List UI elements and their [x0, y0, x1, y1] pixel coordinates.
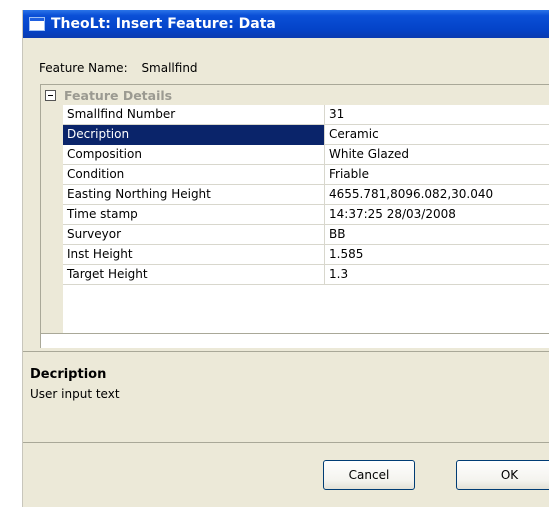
property-label: Inst Height: [63, 245, 325, 265]
ok-button[interactable]: OK: [456, 460, 549, 490]
property-label: Easting Northing Height: [63, 185, 325, 205]
property-value[interactable]: White Glazed: [325, 145, 549, 165]
collapse-icon[interactable]: [45, 89, 56, 101]
property-value[interactable]: 4655.781,8096.082,30.040: [325, 185, 549, 205]
grid-margin: [41, 105, 63, 333]
group-title: Feature Details: [64, 87, 173, 103]
property-value[interactable]: 14:37:25 28/03/2008: [325, 205, 549, 225]
property-value[interactable]: 1.3: [325, 265, 549, 285]
grid-row-target-height[interactable]: Target Height 1.3: [63, 265, 549, 285]
grid-row-decription[interactable]: Decription Ceramic: [63, 125, 549, 145]
property-label: Surveyor: [63, 225, 325, 245]
property-label: Time stamp: [63, 205, 325, 225]
property-value: Ceramic: [329, 127, 379, 141]
property-value[interactable]: BB: [325, 225, 549, 245]
grid-row-time-stamp[interactable]: Time stamp 14:37:25 28/03/2008: [63, 205, 549, 225]
help-title: Decription: [30, 367, 107, 382]
grid-row-easting-northing-height[interactable]: Easting Northing Height 4655.781,8096.08…: [63, 185, 549, 205]
grid-divider: [41, 333, 549, 334]
property-label: Condition: [63, 165, 325, 185]
property-grid: Feature Details Smallfind Number 31 Decr…: [40, 84, 549, 348]
property-label: Decription: [63, 125, 325, 145]
title-bar[interactable]: TheoLt: Insert Feature: Data: [23, 10, 549, 38]
feature-name-value: Smallfind: [141, 61, 198, 75]
property-value[interactable]: Friable: [325, 165, 549, 185]
property-value[interactable]: 31: [325, 105, 549, 125]
property-label: Composition: [63, 145, 325, 165]
window-app-icon: [29, 17, 45, 31]
help-text: User input text: [30, 387, 120, 401]
description-help-panel: Decription User input text: [23, 351, 549, 443]
cancel-button[interactable]: Cancel: [323, 460, 415, 490]
grid-row-composition[interactable]: Composition White Glazed: [63, 145, 549, 165]
dialog-window: TheoLt: Insert Feature: Data Feature Nam…: [22, 10, 549, 507]
property-value-cell[interactable]: Ceramic: [325, 125, 549, 145]
property-value[interactable]: 1.585: [325, 245, 549, 265]
property-label: Smallfind Number: [63, 105, 325, 125]
grid-row-inst-height[interactable]: Inst Height 1.585: [63, 245, 549, 265]
grid-row-condition[interactable]: Condition Friable: [63, 165, 549, 185]
feature-name-label: Feature Name:: [39, 61, 128, 75]
feature-name-line: Feature Name: Smallfind: [39, 61, 198, 75]
property-label: Target Height: [63, 265, 325, 285]
grid-row-smallfind-number[interactable]: Smallfind Number 31: [63, 105, 549, 125]
grid-row-surveyor[interactable]: Surveyor BB: [63, 225, 549, 245]
group-row-feature-details[interactable]: Feature Details: [41, 85, 549, 105]
window-title: TheoLt: Insert Feature: Data: [51, 16, 276, 32]
